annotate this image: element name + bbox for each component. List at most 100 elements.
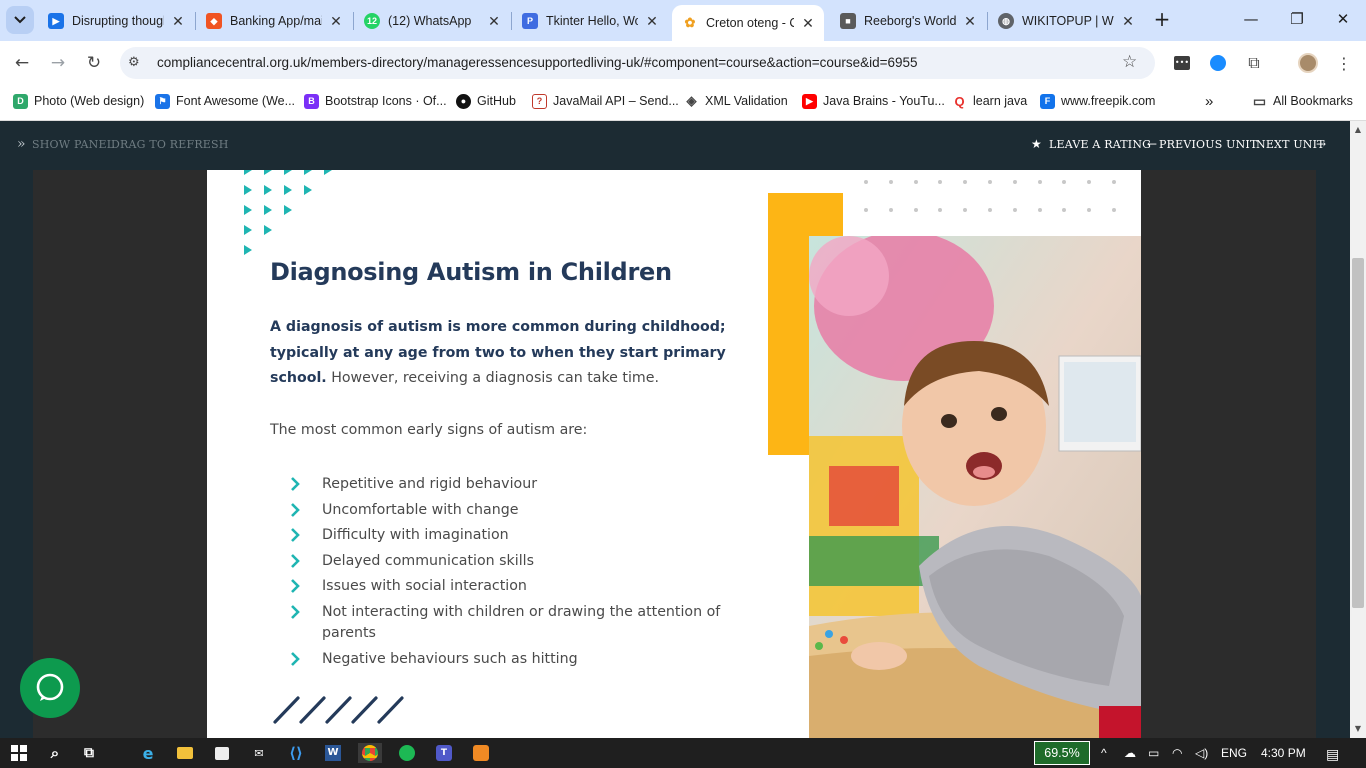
all-bookmarks[interactable]: ▭ All Bookmarks <box>1252 92 1353 110</box>
bookmark-photo-web-design[interactable]: D Photo (Web design) <box>13 92 144 110</box>
more-bookmarks-icon[interactable]: » <box>1205 92 1213 110</box>
bookmark-javamail[interactable]: ? JavaMail API – Send... <box>532 92 679 110</box>
triangle-icon <box>244 205 252 215</box>
bookmark-freepik[interactable]: F www.freepik.com <box>1040 92 1155 110</box>
bookmark-bootstrap-icons[interactable]: B Bootstrap Icons · Of... <box>304 92 447 110</box>
leave-rating-button[interactable]: LEAVE A RATING <box>1049 138 1151 151</box>
clock[interactable]: 4:30 PM <box>1261 746 1306 760</box>
word-icon[interactable]: W <box>323 743 343 763</box>
notification-icon[interactable]: ▤ <box>1326 746 1339 763</box>
tab-creton-oteng[interactable]: ✿ Creton oteng - Comp ✕ <box>672 5 824 41</box>
star-icon[interactable]: ★ <box>1031 137 1042 151</box>
edge-icon[interactable]: e <box>138 743 158 763</box>
volume-icon[interactable]: ◁) <box>1195 746 1208 760</box>
bookmark-java-brains[interactable]: ▶ Java Brains - YouTu... <box>802 92 945 110</box>
folder-icon: ▭ <box>1252 92 1267 109</box>
globe-icon: ◍ <box>998 13 1014 29</box>
forward-button[interactable]: → <box>47 52 69 74</box>
close-tab-icon[interactable]: ✕ <box>644 13 660 30</box>
close-tab-icon[interactable]: ✕ <box>486 13 502 30</box>
store-icon[interactable] <box>212 743 232 763</box>
tab-tkinter[interactable]: P Tkinter Hello, World ✕ <box>512 6 668 36</box>
avatar[interactable] <box>1297 52 1319 74</box>
language-indicator[interactable]: ENG <box>1221 746 1247 760</box>
chevron-right-icon <box>291 477 300 491</box>
decorative-dot <box>1037 208 1042 212</box>
double-chevron-icon[interactable]: » <box>17 136 26 152</box>
app-icon[interactable] <box>471 743 491 763</box>
bookmark-star-icon[interactable]: ☆ <box>1122 52 1137 72</box>
tab-wikitopup[interactable]: ◍ WIKITOPUP | We ✕ <box>988 6 1144 36</box>
next-unit-button[interactable]: NEXT UNIT <box>1256 138 1325 151</box>
spotify-icon[interactable] <box>397 743 417 763</box>
mail-icon[interactable]: ✉ <box>249 743 269 763</box>
decorative-dot <box>864 208 868 212</box>
decorative-dot <box>913 208 918 212</box>
decorative-dot <box>988 208 992 212</box>
triangle-icon <box>304 170 312 175</box>
new-tab-button[interactable]: + <box>1150 8 1174 32</box>
arrow-left-icon[interactable]: ← <box>1147 137 1157 151</box>
wifi-icon[interactable]: ◠ <box>1172 746 1182 760</box>
menu-icon[interactable]: ⋮ <box>1333 52 1355 74</box>
shield-extension-icon[interactable] <box>1207 52 1229 74</box>
intro-text: However, receiving a diagnosis can take … <box>326 370 659 386</box>
vscode-icon[interactable]: ⟨⟩ <box>286 743 306 763</box>
minimize-icon[interactable]: — <box>1241 10 1261 28</box>
file-explorer-icon[interactable] <box>175 743 195 763</box>
tab-reeborgs-world[interactable]: ■ Reeborg's World ✕ <box>830 6 986 36</box>
close-tab-icon[interactable]: ✕ <box>328 13 344 30</box>
task-view-icon[interactable]: ⧉ <box>79 743 99 763</box>
chat-widget-button[interactable] <box>20 658 80 718</box>
bookmark-github[interactable]: ● GitHub <box>456 92 516 110</box>
decorative-dot <box>888 180 893 184</box>
decorative-dot <box>1037 180 1042 184</box>
bookmark-font-awesome[interactable]: ⚑ Font Awesome (We... <box>155 92 295 110</box>
bookmark-learn-java[interactable]: Q learn java <box>952 92 1027 110</box>
youtube-icon: ▶ <box>802 93 817 109</box>
chevron-right-icon <box>291 528 300 543</box>
chevron-up-icon[interactable]: ^ <box>1101 746 1107 760</box>
battery-percent-badge[interactable]: 69.5% <box>1034 741 1090 765</box>
scrollbar-thumb[interactable] <box>1352 258 1364 608</box>
site-info-icon[interactable]: ⚙ <box>128 55 140 70</box>
tab-whatsapp[interactable]: 12 (12) WhatsApp ✕ <box>354 6 510 36</box>
triangle-icon <box>244 185 252 195</box>
chevron-right-icon <box>291 553 300 568</box>
close-tab-icon[interactable]: ✕ <box>170 13 186 30</box>
search-icon[interactable]: ⌕ <box>45 743 65 763</box>
show-panel-button[interactable]: SHOW PANEL <box>32 138 114 151</box>
back-button[interactable]: ← <box>11 52 33 74</box>
bookmark-xml-validation[interactable]: ◈ XML Validation <box>684 92 788 110</box>
windows-taskbar <box>0 738 1366 768</box>
tab-search-button[interactable] <box>6 6 34 34</box>
close-tab-icon[interactable]: ✕ <box>800 15 816 32</box>
decorative-dot <box>1112 208 1116 212</box>
xml-icon: ◈ <box>684 93 699 109</box>
triangle-icon <box>244 170 252 175</box>
close-tab-icon[interactable]: ✕ <box>1120 13 1136 30</box>
close-tab-icon[interactable]: ✕ <box>962 13 978 30</box>
bootstrap-icon: B <box>304 93 319 109</box>
tab-banking-app[interactable]: ◆ Banking App/main ✕ <box>196 6 352 36</box>
windows-start-icon[interactable] <box>9 743 29 763</box>
triangle-icon <box>304 185 312 195</box>
close-window-icon[interactable]: ✕ <box>1333 10 1353 28</box>
scroll-down-icon[interactable]: ▼ <box>1350 721 1366 737</box>
reload-button[interactable]: ↻ <box>83 52 105 74</box>
scroll-up-icon[interactable]: ▲ <box>1350 122 1366 138</box>
extension-icon[interactable]: ••• <box>1171 52 1193 74</box>
decorative-dot <box>1112 180 1116 184</box>
puzzle-icon[interactable]: ⧉ <box>1243 52 1265 74</box>
restore-icon[interactable]: ❐ <box>1287 10 1307 28</box>
url-text[interactable]: compliancecentral.org.uk/members-directo… <box>157 55 918 70</box>
chat-bubble-icon <box>36 673 64 701</box>
battery-icon[interactable]: ▭ <box>1148 746 1159 760</box>
previous-unit-button[interactable]: PREVIOUS UNIT <box>1159 138 1258 151</box>
tab-disrupting-thoughts[interactable]: ▶ Disrupting thoughts ✕ <box>38 6 194 36</box>
teams-icon[interactable]: T <box>434 743 454 763</box>
cloud-icon[interactable]: ☁ <box>1124 746 1136 760</box>
chrome-icon[interactable] <box>358 743 382 763</box>
intro-paragraph: A diagnosis of autism is more common dur… <box>270 315 750 392</box>
arrow-right-icon[interactable]: → <box>1316 137 1326 151</box>
